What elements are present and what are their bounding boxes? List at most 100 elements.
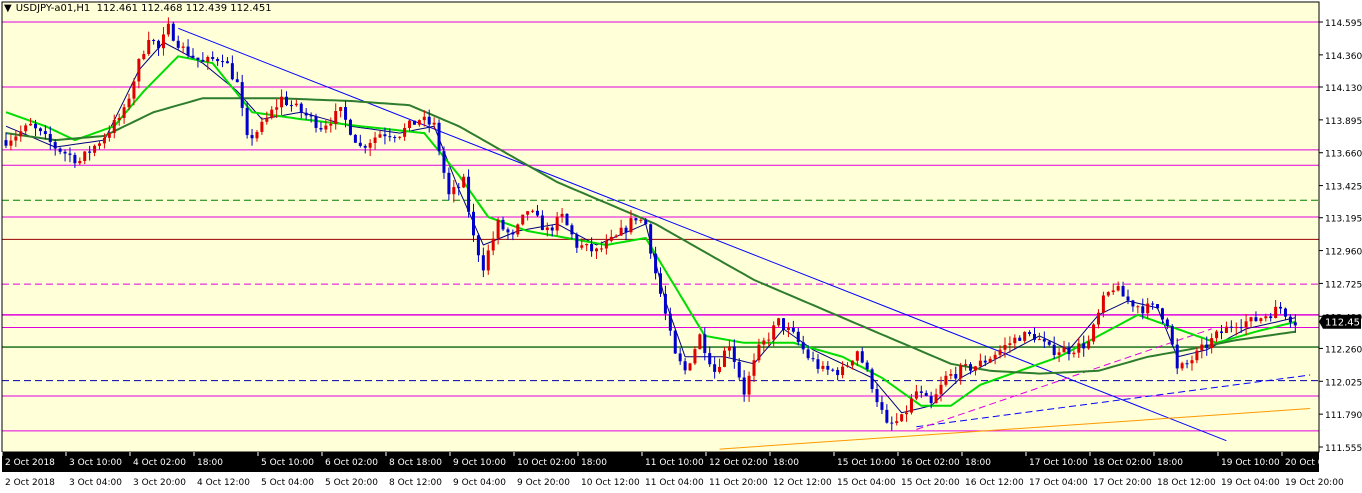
candle-body [890,422,894,424]
candle-body [595,248,599,252]
candle-body [250,135,254,139]
candle-body [68,153,72,155]
candle-body [1254,317,1258,322]
candle-body [914,391,918,399]
candle-body [1111,290,1115,293]
candle-body [570,225,574,235]
candle-body [590,243,594,252]
candle-body [693,349,697,364]
candle-body [1136,306,1140,308]
x-tick-label-bottom: 19 Oct 20:00 [1285,478,1344,488]
candle-body [831,369,835,371]
candle-body [1037,339,1041,341]
candle-body [978,360,982,367]
y-tick-label: 113.660 [1325,150,1362,160]
candle-body [1283,308,1287,317]
candle-body [880,402,884,410]
candle-body [782,318,786,330]
candle-body [506,229,510,233]
candle-body [531,210,535,212]
candle-body [216,59,220,62]
candle-body [964,364,968,366]
x-tick-label-top: 4 Oct 02:00 [133,458,186,468]
y-tick-label: 113.895 [1325,117,1362,127]
candle-body [649,224,653,254]
candle-body [944,375,948,385]
candle-body [870,369,874,390]
candle-body [107,132,111,138]
candle-body [122,107,126,118]
candle-body [732,346,736,362]
candle-body [580,245,584,248]
candle-body [29,123,33,126]
candle-body [285,96,288,106]
triangle-down-icon[interactable]: ▼ [4,3,12,14]
candle-body [176,40,180,48]
candle [673,329,677,354]
candle-body [225,61,229,64]
candle-body [846,365,849,367]
candle-body [969,364,973,371]
x-tick-label-bottom: 11 Oct 04:00 [645,478,704,488]
candle-body [1279,306,1283,309]
x-tick-label-bottom: 18 Oct 12:00 [1157,478,1216,488]
candle-body [1023,332,1027,341]
candle-body [93,145,97,153]
candle-body [1067,347,1071,355]
candle-body [201,59,205,62]
candle-body [486,250,490,271]
candle-body [329,123,333,126]
candle-body [112,119,116,133]
x-tick-label-top: 18:00 [1157,458,1183,468]
candle-body [909,398,913,413]
candle-body [496,219,500,239]
candle-body [772,325,776,340]
candle-body [678,353,682,362]
candle-body [206,57,210,62]
candle-body [427,116,431,125]
candle-body [1008,343,1012,345]
y-tick-label: 112.725 [1325,280,1362,290]
candle-body [476,235,480,256]
candle-body [806,349,810,359]
candle-body [949,374,953,376]
candle-body [132,81,136,99]
x-tick-label-bottom: 15 Oct 20:00 [901,478,960,488]
candle-body [161,34,165,49]
y-tick-label: 111.555 [1325,444,1362,454]
candle-body [555,216,559,231]
candle-body [565,213,569,226]
candle-body [1220,331,1223,334]
candle-body [452,187,456,195]
candle-body [1052,344,1056,355]
candle-body [654,253,658,274]
candle-body [324,125,328,130]
y-tick-label: 112.960 [1325,248,1362,258]
y-tick-label: 113.195 [1325,215,1362,225]
candle-body [383,134,387,137]
candle-body [521,214,525,225]
candle-body [245,107,249,136]
candle-body [599,248,603,250]
candle-body [1259,318,1263,322]
candle-body [609,236,613,241]
x-tick-label-bottom: 15 Oct 04:00 [837,478,896,488]
candle-body [1200,344,1204,351]
candle-body [624,227,628,233]
candle [870,367,874,393]
candle-body [644,219,648,225]
candle-body [703,334,707,354]
x-tick-label-bottom: 10 Oct 12:00 [581,478,640,488]
price-chart[interactable]: 114.595 114.360 114.130 113.895 113.660 113.4… [0,0,1362,493]
x-tick-label-top: 15 Oct 10:00 [837,458,896,468]
candle-body [545,227,549,231]
candle-body [14,136,18,141]
candle-body [196,57,200,60]
x-tick-label-top: 3 Oct 10:00 [69,458,122,468]
candle-body [1205,344,1209,349]
candle-body [668,313,672,331]
candle-body [954,374,958,379]
candle-body [294,103,298,106]
candle-body [516,224,520,235]
candle-body [1190,360,1194,364]
